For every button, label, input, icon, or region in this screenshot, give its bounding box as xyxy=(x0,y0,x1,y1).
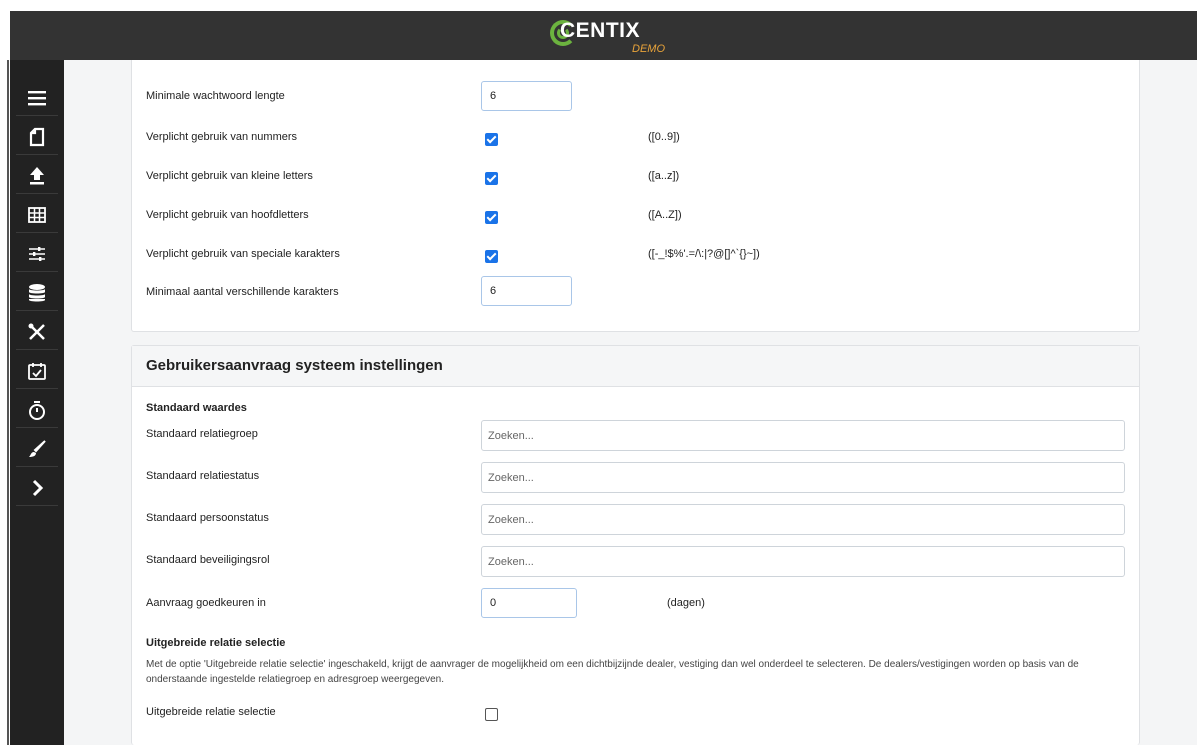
sidebar xyxy=(10,60,64,745)
sidebar-item-menu[interactable] xyxy=(10,79,64,116)
require-uppercase-checkbox[interactable] xyxy=(485,211,498,224)
relation-group-search-input[interactable] xyxy=(481,420,1125,451)
require-lowercase-hint: ([a..z]) xyxy=(648,170,680,182)
sliders-icon xyxy=(29,246,45,261)
calendar-check-icon xyxy=(28,362,46,380)
require-numbers-label: Verplicht gebruik van nummers xyxy=(146,131,298,143)
extended-selection-description: Met de optie 'Uitgebreide relatie select… xyxy=(146,659,1079,685)
relation-status-search-input[interactable] xyxy=(481,462,1125,493)
approve-in-unit: (dagen) xyxy=(667,597,705,609)
chevron-right-icon xyxy=(32,479,44,496)
extended-selection-heading: Uitgebreide relatie selectie xyxy=(146,637,286,649)
approve-in-days-input[interactable] xyxy=(481,588,577,618)
min-distinct-chars-label: Minimaal aantal verschillende karakters xyxy=(146,286,339,298)
sidebar-item-theme[interactable] xyxy=(10,430,64,467)
upload-icon xyxy=(30,166,44,184)
sidebar-item-timer[interactable] xyxy=(10,391,64,428)
require-numbers-checkbox[interactable] xyxy=(485,133,498,146)
top-bar: CENTIX DEMO xyxy=(10,11,1197,60)
tools-icon xyxy=(28,323,45,340)
sidebar-item-database[interactable] xyxy=(10,274,64,311)
relation-status-label: Standaard relatiestatus xyxy=(146,470,260,482)
request-settings-header: Gebruikersaanvraag systeem instellingen xyxy=(132,346,1139,387)
sidebar-border xyxy=(7,60,9,745)
require-special-checkbox[interactable] xyxy=(485,250,498,263)
logo-text: CENTIX xyxy=(560,19,641,42)
right-gutter xyxy=(1141,60,1197,745)
request-settings-title: Gebruikersaanvraag systeem instellingen xyxy=(146,357,443,374)
require-lowercase-checkbox[interactable] xyxy=(485,172,498,185)
table-grid-icon xyxy=(28,206,46,223)
security-role-label: Standaard beveiligingsrol xyxy=(146,554,270,566)
stopwatch-icon xyxy=(29,400,45,420)
sidebar-item-documents[interactable] xyxy=(10,118,64,155)
extended-selection-checkbox[interactable] xyxy=(485,708,498,721)
centix-logo[interactable]: CENTIX DEMO xyxy=(550,17,690,57)
require-special-label: Verplicht gebruik van speciale karakters xyxy=(146,248,340,260)
sidebar-expand-button[interactable] xyxy=(10,469,64,506)
logo-subtext: DEMO xyxy=(632,43,665,55)
require-lowercase-label: Verplicht gebruik van kleine letters xyxy=(146,170,313,182)
sidebar-item-tables[interactable] xyxy=(10,196,64,233)
person-status-label: Standaard persoonstatus xyxy=(146,512,269,524)
approve-in-label: Aanvraag goedkeuren in xyxy=(146,597,266,609)
sidebar-item-upload[interactable] xyxy=(10,157,64,194)
sidebar-item-planning[interactable] xyxy=(10,352,64,389)
min-password-length-label: Minimale wachtwoord lengte xyxy=(146,90,285,102)
document-icon xyxy=(29,127,45,146)
min-password-length-input[interactable] xyxy=(481,81,572,111)
security-role-search-input[interactable] xyxy=(481,546,1125,577)
hamburger-menu-icon xyxy=(28,90,46,105)
sidebar-item-settings[interactable] xyxy=(10,235,64,272)
sidebar-item-tools[interactable] xyxy=(10,313,64,350)
paintbrush-icon xyxy=(29,439,46,457)
require-uppercase-hint: ([A..Z]) xyxy=(648,209,682,221)
extended-selection-label: Uitgebreide relatie selectie xyxy=(146,706,276,718)
database-icon xyxy=(29,283,45,301)
relation-group-label: Standaard relatiegroep xyxy=(146,428,258,440)
min-distinct-chars-input[interactable] xyxy=(481,276,572,306)
person-status-search-input[interactable] xyxy=(481,504,1125,535)
require-uppercase-label: Verplicht gebruik van hoofdletters xyxy=(146,209,309,221)
defaults-heading: Standaard waardes xyxy=(146,402,247,414)
require-numbers-hint: ([0..9]) xyxy=(648,131,680,143)
require-special-hint: ([-_!$%'.=/\:|?@[]^`{}~]) xyxy=(648,248,760,260)
